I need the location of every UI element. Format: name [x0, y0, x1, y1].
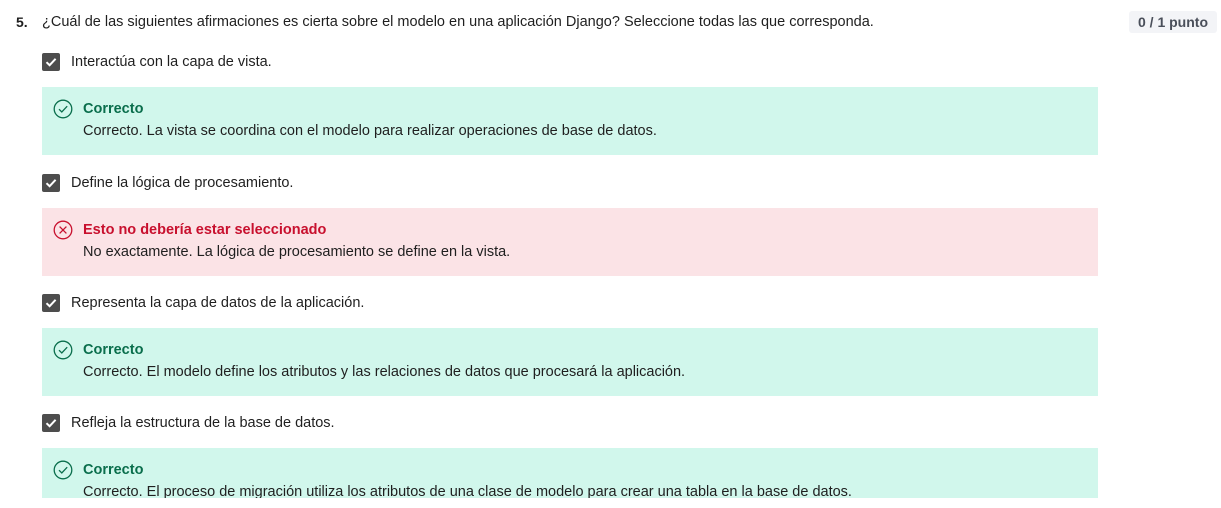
- feedback-title: Correcto: [83, 101, 144, 117]
- feedback-correct: Correcto Correcto. El proceso de migraci…: [42, 448, 1098, 498]
- checkbox-checked[interactable]: [42, 414, 60, 432]
- option-row[interactable]: Define la lógica de procesamiento.: [42, 168, 1098, 198]
- feedback-text: No exactamente. La lógica de procesamien…: [83, 244, 511, 260]
- option-item: Interactúa con la capa de vista. Correct…: [42, 47, 1098, 155]
- option-label: Interactúa con la capa de vista.: [71, 54, 272, 70]
- feedback-text: Correcto. El modelo define los atributos…: [83, 364, 686, 380]
- checkmark-icon: [45, 299, 57, 308]
- question-number: 5.: [16, 14, 28, 30]
- checkmark-icon: [45, 419, 57, 428]
- option-label: Define la lógica de procesamiento.: [71, 175, 294, 191]
- question-text: ¿Cuál de las siguientes afirmaciones es …: [42, 14, 874, 30]
- score-badge: 0 / 1 punto: [1129, 11, 1217, 33]
- check-circle-icon: [53, 99, 73, 119]
- check-circle-icon: [53, 340, 73, 360]
- checkbox-checked[interactable]: [42, 294, 60, 312]
- feedback-text: Correcto. La vista se coordina con el mo…: [83, 123, 657, 139]
- option-label: Refleja la estructura de la base de dato…: [71, 415, 335, 431]
- feedback-text: Correcto. El proceso de migración utiliz…: [83, 484, 852, 498]
- feedback-wrong: Esto no debería estar seleccionado No ex…: [42, 208, 1098, 276]
- option-row[interactable]: Representa la capa de datos de la aplica…: [42, 288, 1098, 318]
- option-row[interactable]: Interactúa con la capa de vista.: [42, 47, 1098, 77]
- option-item: Representa la capa de datos de la aplica…: [42, 288, 1098, 396]
- feedback-correct: Correcto Correcto. El modelo define los …: [42, 328, 1098, 396]
- option-item: Refleja la estructura de la base de dato…: [42, 408, 1098, 498]
- checkbox-checked[interactable]: [42, 174, 60, 192]
- option-item: Define la lógica de procesamiento. Esto …: [42, 168, 1098, 276]
- check-circle-icon: [53, 460, 73, 480]
- feedback-title: Correcto: [83, 462, 144, 478]
- checkbox-checked[interactable]: [42, 53, 60, 71]
- x-circle-icon: [53, 220, 73, 240]
- option-row[interactable]: Refleja la estructura de la base de dato…: [42, 408, 1098, 438]
- feedback-title: Correcto: [83, 342, 144, 358]
- question-header: 5. ¿Cuál de las siguientes afirmaciones …: [0, 0, 1221, 46]
- feedback-correct: Correcto Correcto. La vista se coordina …: [42, 87, 1098, 155]
- feedback-title: Esto no debería estar seleccionado: [83, 222, 327, 238]
- option-label: Representa la capa de datos de la aplica…: [71, 295, 365, 311]
- options-list: Interactúa con la capa de vista. Correct…: [0, 46, 1221, 498]
- checkmark-icon: [45, 179, 57, 188]
- checkmark-icon: [45, 58, 57, 67]
